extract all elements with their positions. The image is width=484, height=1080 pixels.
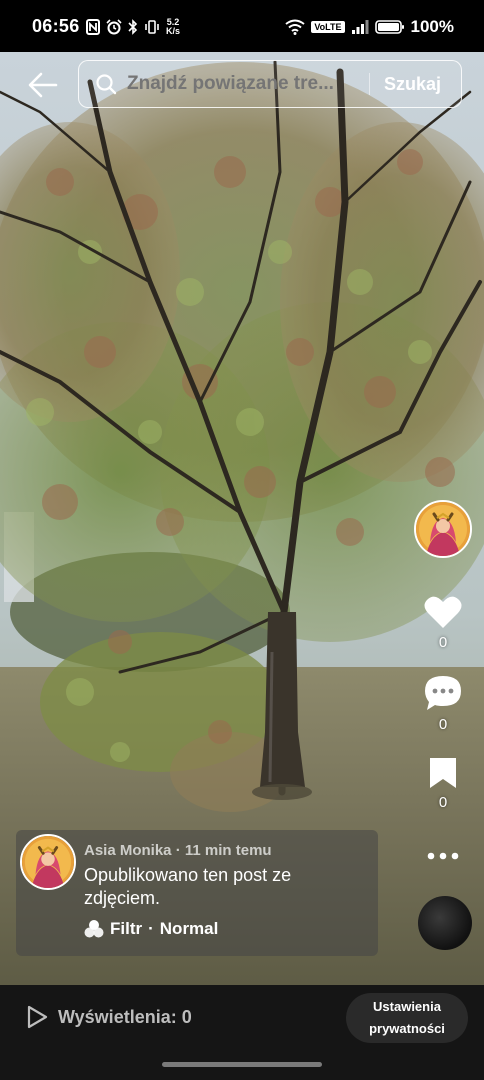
save-button[interactable]: 0 [420, 756, 466, 811]
comment-bubble-icon [425, 676, 461, 710]
battery-icon [374, 20, 404, 34]
save-count: 0 [438, 794, 448, 811]
filter-icon [84, 920, 104, 938]
post-time: 11 min temu [184, 842, 272, 859]
like-count: 0 [438, 634, 448, 651]
filter-row[interactable]: Filtr · Normal [84, 919, 218, 939]
search-box[interactable]: Szukaj [78, 60, 462, 108]
more-options-button[interactable] [420, 846, 466, 866]
nfc-icon [86, 19, 100, 35]
author-avatar-button[interactable] [414, 500, 472, 558]
music-disc-button[interactable] [418, 896, 472, 950]
play-icon [27, 1005, 48, 1029]
net-speed-unit: K/s [166, 26, 181, 36]
privacy-settings-button[interactable]: Ustawienia prywatności [346, 993, 468, 1043]
like-button[interactable]: 0 [420, 594, 466, 651]
privacy-label-line1: Ustawienia [373, 999, 441, 1014]
bottom-bar: Wyświetlenia: 0 Ustawienia prywatności [0, 985, 484, 1080]
post-meta: Asia Monika · 11 min temu [84, 842, 272, 859]
views-row[interactable]: Wyświetlenia: 0 [26, 1005, 192, 1029]
back-button[interactable] [26, 68, 60, 102]
net-speed: 5.2 K/s [166, 18, 180, 36]
vibrate-icon [145, 20, 159, 34]
wifi-icon [285, 19, 305, 35]
signal-icon [351, 20, 369, 34]
search-button[interactable]: Szukaj [384, 74, 441, 95]
caption-author-avatar[interactable] [20, 834, 76, 890]
meta-separator: · [175, 842, 185, 859]
bookmark-icon [430, 758, 456, 788]
author-avatar-image [416, 502, 470, 556]
search-input[interactable] [125, 72, 361, 96]
status-bar: 06:56 5.2 K/s VoLTE 100% [0, 0, 484, 52]
alarm-icon [106, 19, 122, 35]
comment-count: 0 [438, 716, 448, 733]
status-icons-right: VoLTE 100% [285, 15, 454, 39]
views-count: Wyświetlenia: 0 [58, 1006, 192, 1027]
post-caption: Opublikowano ten post ze zdjęciem. [84, 865, 292, 908]
caption-avatar-image [22, 836, 74, 888]
status-time: 06:56 [32, 16, 80, 36]
heart-icon [424, 596, 462, 628]
bluetooth-icon [128, 19, 138, 35]
more-dots-icon [427, 852, 459, 860]
search-divider [369, 73, 370, 95]
filter-value: Normal [159, 919, 219, 938]
privacy-label-line2: prywatności [369, 1021, 445, 1036]
home-indicator[interactable] [162, 1062, 322, 1067]
comment-button[interactable]: 0 [420, 674, 466, 733]
back-arrow-icon [28, 72, 58, 98]
filter-separator: · [148, 919, 154, 938]
battery-percent: 100% [410, 17, 454, 36]
volte-badge: VoLTE [311, 21, 345, 33]
filter-label: Filtr [110, 919, 143, 938]
post-viewer-screen: 06:56 5.2 K/s VoLTE 100% Znajdź powiązan… [0, 0, 484, 1080]
status-icons-left: 5.2 K/s [86, 16, 180, 38]
author-name[interactable]: Asia Monika [84, 842, 172, 859]
search-icon [96, 74, 117, 95]
